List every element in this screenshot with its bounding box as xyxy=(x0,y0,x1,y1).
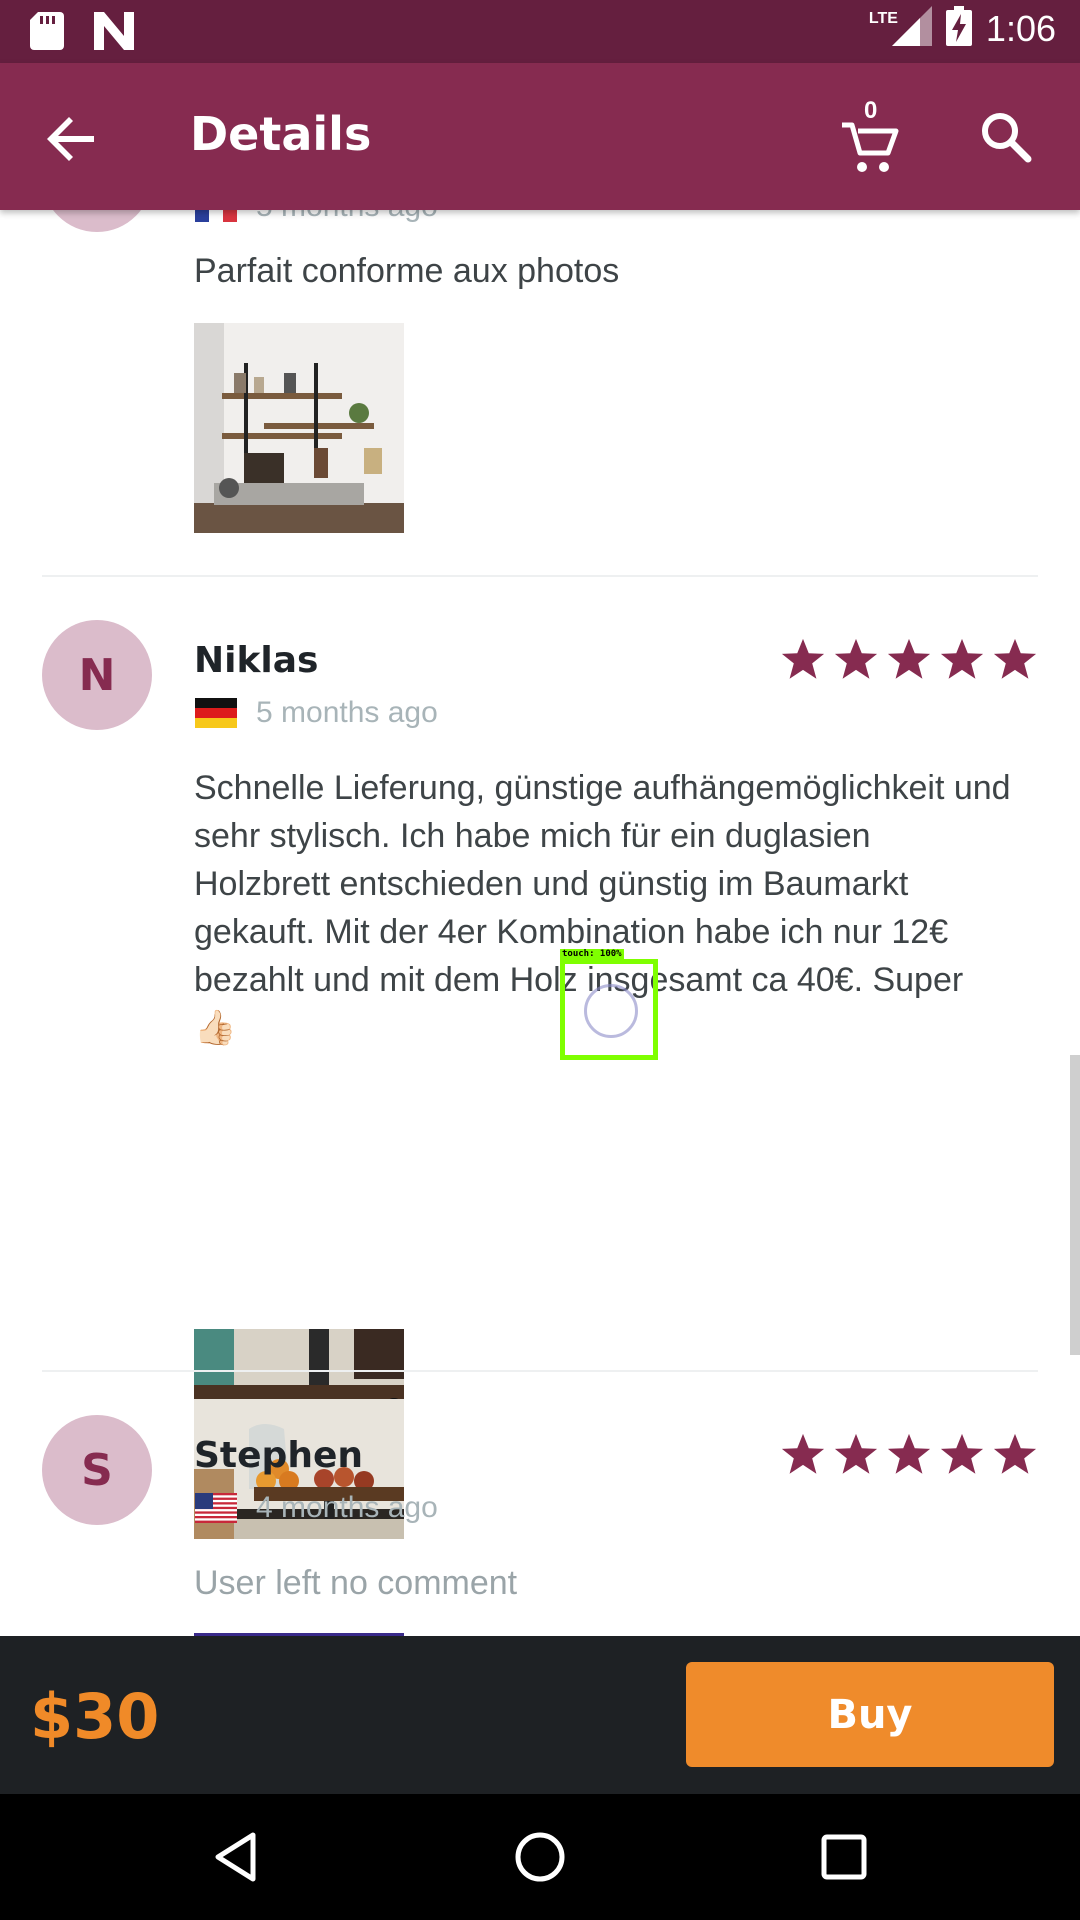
star-icon xyxy=(781,1433,825,1474)
nav-home-button[interactable] xyxy=(510,1827,570,1887)
scrollbar[interactable] xyxy=(1070,1055,1080,1355)
reviewer-name: Niklas xyxy=(194,640,319,681)
search-button[interactable] xyxy=(978,109,1034,165)
avatar xyxy=(42,210,152,232)
purchase-bar: $30 Buy xyxy=(0,1636,1080,1794)
star-icon xyxy=(834,638,878,679)
review-photo[interactable] xyxy=(194,323,404,533)
star-icon xyxy=(940,638,984,679)
flag-usa-icon xyxy=(195,1493,237,1523)
status-time: 1:06 xyxy=(985,7,1056,49)
status-bar: LTE 1:06 xyxy=(0,0,1080,63)
sd-card-icon xyxy=(30,12,64,55)
avatar: N xyxy=(42,620,152,730)
divider xyxy=(42,575,1038,577)
star-icon xyxy=(993,1433,1037,1474)
star-rating xyxy=(780,1431,1038,1477)
cart-button[interactable]: 0 xyxy=(840,97,910,179)
review-date: 4 months ago xyxy=(256,1491,438,1524)
back-button[interactable] xyxy=(44,111,100,167)
divider xyxy=(42,1370,1038,1372)
buy-button[interactable]: Buy xyxy=(686,1662,1054,1767)
review-text: Parfait conforme aux photos xyxy=(194,252,620,290)
review-date: 5 months ago xyxy=(256,210,438,224)
avatar: S xyxy=(42,1415,152,1525)
nav-back-icon xyxy=(215,1832,256,1882)
star-icon xyxy=(781,638,825,679)
flag-france-icon xyxy=(195,210,237,222)
star-icon xyxy=(887,638,931,679)
nav-home-icon xyxy=(515,1832,565,1882)
app-bar: Details 0 xyxy=(0,63,1080,210)
battery-charging-icon xyxy=(945,6,972,51)
star-icon xyxy=(940,1433,984,1474)
network-label: LTE xyxy=(868,9,898,27)
system-nav-bar xyxy=(0,1794,1080,1920)
n-notification-icon xyxy=(94,12,134,55)
search-icon xyxy=(982,113,1032,163)
page-title: Details xyxy=(190,107,372,161)
touch-indicator-label: touch: 100% xyxy=(560,949,624,959)
flag-germany-icon xyxy=(195,698,237,728)
star-icon xyxy=(887,1433,931,1474)
review-text: User left no comment xyxy=(194,1564,518,1602)
nav-recents-icon xyxy=(821,1834,867,1880)
nav-back-button[interactable] xyxy=(208,1827,268,1887)
nav-recents-button[interactable] xyxy=(814,1827,874,1887)
review-date: 5 months ago xyxy=(256,696,438,729)
star-icon xyxy=(993,638,1037,679)
star-rating xyxy=(780,636,1038,682)
price-label: $30 xyxy=(30,1680,160,1753)
reviews-list[interactable]: 5 months ago Parfait conforme aux photos xyxy=(0,210,1080,1636)
touch-ripple xyxy=(584,984,638,1038)
cart-icon xyxy=(842,122,899,172)
back-arrow-icon xyxy=(47,117,94,161)
star-icon xyxy=(834,1433,878,1474)
reviewer-name: Stephen xyxy=(194,1435,363,1476)
